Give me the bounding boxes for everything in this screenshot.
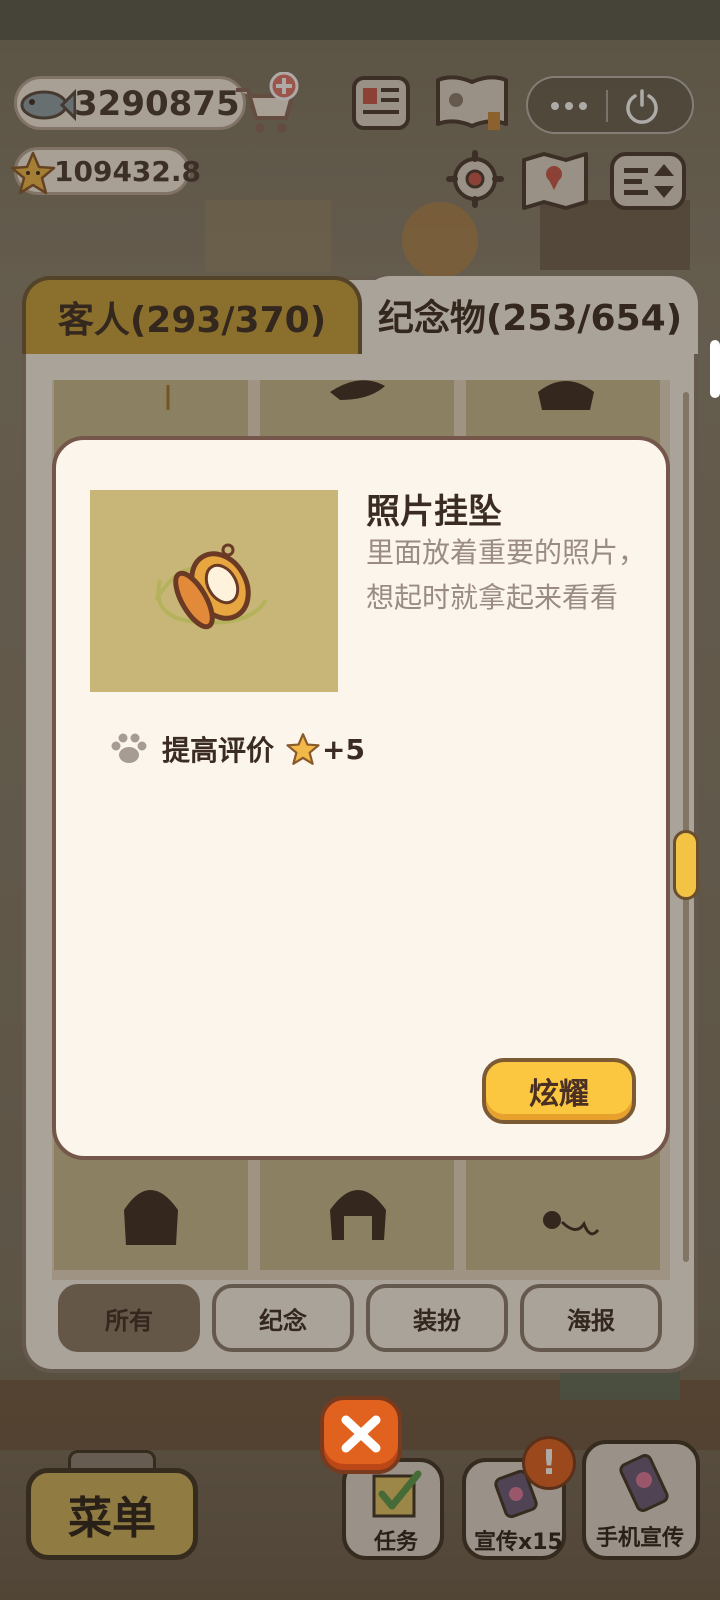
effect-label: 提高评价	[162, 734, 275, 767]
effect-value: +5	[322, 732, 365, 766]
paw-icon	[111, 733, 147, 763]
photo-locket-icon	[154, 543, 268, 630]
item-description: 里面放着重要的照片，想起时就拿起来看看	[366, 536, 647, 614]
item-title: 照片挂坠	[366, 492, 502, 532]
item-image-frame	[90, 490, 338, 692]
star-icon	[286, 733, 320, 765]
side-edge-handle[interactable]	[710, 340, 720, 398]
scrollbar-thumb[interactable]	[673, 830, 699, 900]
item-effect-row: 提高评价 +5	[110, 728, 365, 770]
show-off-button[interactable]: 炫耀	[482, 1058, 636, 1124]
close-icon	[341, 1415, 381, 1453]
close-button[interactable]	[320, 1396, 402, 1474]
